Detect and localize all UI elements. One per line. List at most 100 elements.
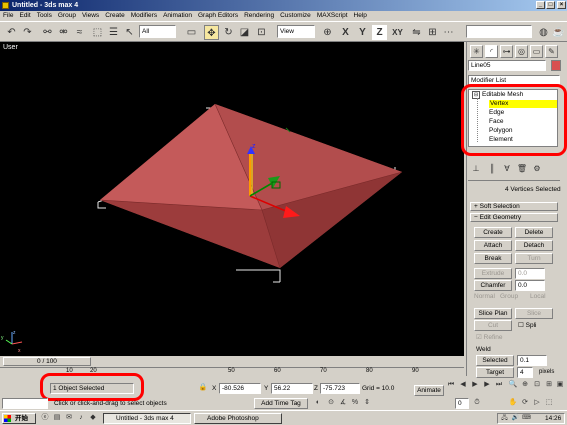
restrict-x-button[interactable]: X <box>338 25 353 40</box>
soft-selection-rollout[interactable]: + Soft Selection <box>470 202 558 211</box>
normal-option-local[interactable]: Local <box>530 293 546 300</box>
pan-icon[interactable]: ✋ <box>508 398 518 408</box>
arc-rotate-icon[interactable]: ⟳ <box>520 398 530 408</box>
menu-views[interactable]: Views <box>79 11 102 21</box>
extrude-button[interactable]: Extrude <box>474 268 512 279</box>
lock-selection-icon[interactable]: 🔒 <box>198 382 208 393</box>
y-coordinate-field[interactable]: 56.22 <box>271 383 313 394</box>
selection-filter-dropdown[interactable]: All <box>139 25 176 38</box>
prev-frame-icon[interactable]: ◀ <box>458 380 468 390</box>
weld-selected-button[interactable]: Selected <box>476 355 514 366</box>
menu-help[interactable]: Help <box>351 11 370 21</box>
next-frame-icon[interactable]: ▶ <box>482 380 492 390</box>
restrict-xy-button[interactable]: XY <box>390 25 405 40</box>
make-unique-icon[interactable]: ∀ <box>501 164 513 174</box>
menu-create[interactable]: Create <box>102 11 128 21</box>
chamfer-value-field[interactable]: 0.0 <box>515 280 545 291</box>
rotate-icon[interactable]: ↻ <box>221 25 236 40</box>
selection-region-icon[interactable]: ▭ <box>184 25 199 40</box>
zoom-all-icon[interactable]: ⊕ <box>520 380 530 390</box>
slice-plane-button[interactable]: Slice Plan <box>474 308 512 319</box>
hierarchy-tab-icon[interactable]: ⊶ <box>500 45 513 58</box>
configure-sets-icon[interactable]: ⚙ <box>531 164 543 174</box>
menu-edit[interactable]: Edit <box>16 11 33 21</box>
z-coordinate-field[interactable]: -75.723 <box>320 383 360 394</box>
pin-stack-icon[interactable]: ⊥ <box>470 164 482 174</box>
angle-snap-icon[interactable]: ∡ <box>338 398 348 408</box>
maxscript-listener-field[interactable] <box>2 398 48 409</box>
select-arrow-icon[interactable]: ↖ <box>122 25 137 40</box>
quicklaunch-ie-icon[interactable]: ⓔ <box>40 413 50 423</box>
zoom-icon[interactable]: 🔍 <box>508 380 518 390</box>
named-selection-dropdown[interactable] <box>466 25 532 38</box>
chamfer-button[interactable]: Chamfer <box>474 280 512 291</box>
time-config-icon[interactable]: ⏱ <box>472 398 482 408</box>
menu-customize[interactable]: Customize <box>277 11 314 21</box>
cut-button[interactable]: Cut <box>474 320 512 331</box>
weld-target-button[interactable]: Target <box>476 367 514 378</box>
uniform-scale-icon[interactable]: ⊡ <box>254 25 269 40</box>
restrict-y-button[interactable]: Y <box>355 25 370 40</box>
redo-icon[interactable]: ↷ <box>20 25 35 40</box>
menu-animation[interactable]: Animation <box>160 11 195 21</box>
quicklaunch-app-icon[interactable]: ◆ <box>88 413 98 423</box>
tray-network-icon[interactable]: 🖧 <box>500 414 509 423</box>
snap-icon[interactable]: ⊙ <box>326 398 336 408</box>
modify-tab-icon[interactable]: ◜ <box>485 45 498 58</box>
select-link-icon[interactable]: ⚯ <box>40 25 55 40</box>
goto-start-icon[interactable]: ⏮ <box>446 380 456 390</box>
current-frame-field[interactable]: 0 <box>455 398 469 409</box>
menu-maxscript[interactable]: MAXScript <box>314 11 351 21</box>
remove-modifier-icon[interactable]: 🗑 <box>516 164 528 174</box>
percent-snap-icon[interactable]: % <box>350 398 360 408</box>
region-zoom-icon[interactable]: ⬚ <box>544 398 554 408</box>
undo-icon[interactable]: ↶ <box>4 25 19 40</box>
menu-graph-editors[interactable]: Graph Editors <box>195 11 241 21</box>
move-icon[interactable]: ✥ <box>204 25 219 40</box>
object-color-swatch[interactable] <box>551 60 561 71</box>
adaptive-degradation-icon[interactable]: ◐ <box>313 398 323 408</box>
extrude-value-field[interactable]: 0.0 <box>515 268 545 279</box>
render-icon[interactable]: ☕ <box>551 25 566 40</box>
pivot-icon[interactable]: ⊕ <box>320 25 335 40</box>
attach-button[interactable]: Attach <box>474 240 512 251</box>
add-time-tag-button[interactable]: Add Time Tag <box>254 398 308 409</box>
animate-button[interactable]: Animate <box>414 385 444 396</box>
normal-option-normal[interactable]: Normal <box>474 293 495 300</box>
weld-threshold-field[interactable]: 0.1 <box>517 355 547 366</box>
viewport-user[interactable]: User z z y x <box>0 42 464 356</box>
task-photoshop[interactable]: Adobe Photoshop <box>194 413 282 424</box>
menu-rendering[interactable]: Rendering <box>241 11 277 21</box>
motion-tab-icon[interactable]: ◎ <box>515 45 528 58</box>
maximize-button[interactable]: □ <box>546 1 555 9</box>
zoom-extents-icon[interactable]: ⊡ <box>532 380 542 390</box>
quicklaunch-desktop-icon[interactable]: ▤ <box>52 413 62 423</box>
tray-input-icon[interactable]: ⌨ <box>522 414 531 423</box>
menu-tools[interactable]: Tools <box>34 11 55 21</box>
split-checkbox[interactable]: ☐ Spli <box>518 321 536 329</box>
spinner-snap-icon[interactable]: ⇕ <box>362 398 372 408</box>
close-button[interactable]: × <box>557 1 566 9</box>
x-coordinate-field[interactable]: -80.526 <box>219 383 261 394</box>
spacing-icon[interactable]: ⋯ <box>441 25 456 40</box>
minimize-button[interactable]: _ <box>536 1 545 9</box>
task-3dsmax[interactable]: Untitled - 3ds max 4 <box>103 413 191 424</box>
material-editor-icon[interactable]: ◍ <box>536 25 551 40</box>
min-max-toggle-icon[interactable]: ▣ <box>555 380 565 390</box>
refine-checkbox[interactable]: ☑ Refine <box>476 333 502 341</box>
normal-option-group[interactable]: Group <box>500 293 518 300</box>
menu-group[interactable]: Group <box>55 11 79 21</box>
utilities-tab-icon[interactable]: ✎ <box>545 45 558 58</box>
goto-end-icon[interactable]: ⏭ <box>494 380 504 390</box>
time-slider-thumb[interactable]: 0 / 100 <box>3 357 91 366</box>
slice-button[interactable]: Slice <box>515 308 553 319</box>
quicklaunch-outlook-icon[interactable]: ✉ <box>64 413 74 423</box>
select-object-icon[interactable]: ⬚ <box>90 25 105 40</box>
mirror-icon[interactable]: ⇋ <box>409 25 424 40</box>
turn-button[interactable]: Turn <box>515 253 553 264</box>
tray-volume-icon[interactable]: 🔊 <box>511 414 520 423</box>
create-tab-icon[interactable]: ✳ <box>470 45 483 58</box>
select-by-name-icon[interactable]: ☰ <box>106 25 121 40</box>
time-slider[interactable]: 0 / 100 <box>0 356 464 367</box>
create-button[interactable]: Create <box>474 227 512 238</box>
